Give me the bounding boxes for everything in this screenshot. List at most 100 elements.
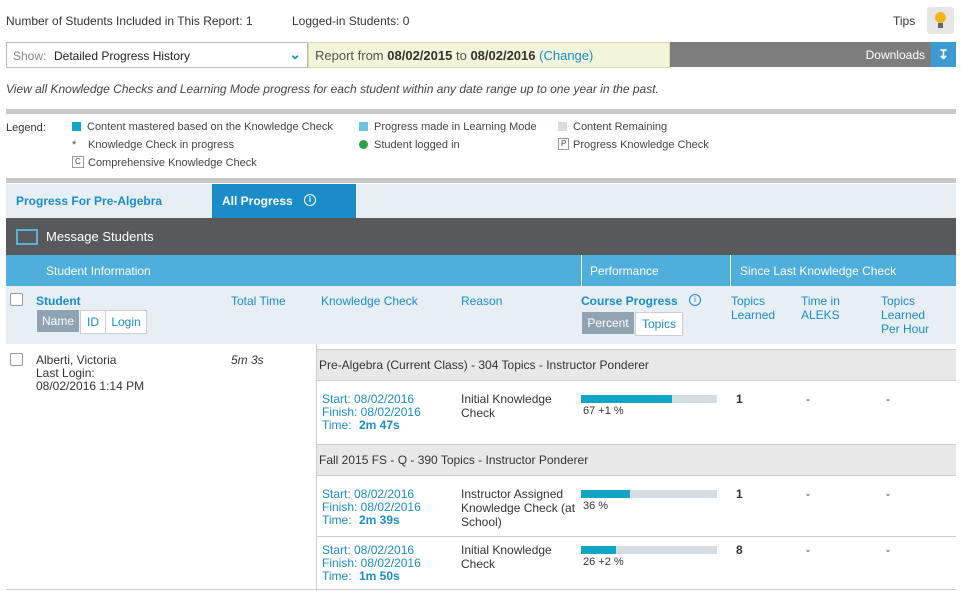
chevron-down-icon: ⌄	[289, 46, 301, 62]
total-time-value: 5m 3s	[231, 353, 264, 367]
divider	[6, 109, 956, 114]
progress-bar-fill	[581, 395, 673, 403]
envelope-icon	[16, 229, 38, 245]
change-date-link[interactable]: (Change)	[539, 48, 593, 63]
progress-bar-fill	[581, 546, 617, 554]
divider	[6, 589, 956, 590]
c-badge-icon: C	[72, 156, 84, 168]
divider	[730, 255, 731, 286]
last-login-value: 08/02/2016 1:14 PM	[36, 379, 145, 393]
progress-text: 26 +2 %	[583, 556, 624, 568]
from-date: 08/02/2015	[387, 48, 453, 63]
reason-header[interactable]: Reason	[461, 294, 502, 308]
downloads-label: Downloads	[865, 48, 925, 62]
kc-reason: Initial Knowledge Check	[461, 392, 552, 420]
class-header-row: Fall 2015 FS - Q - 390 Topics - Instruct…	[317, 444, 956, 476]
download-arrow-icon[interactable]: ↧	[931, 42, 956, 67]
tab-label: Progress For Pre-Algebra	[16, 194, 163, 208]
show-label: Show:	[13, 49, 47, 63]
time-in-aleks-header[interactable]: Time in ALEKS	[801, 294, 861, 322]
topics-learned-header[interactable]: Topics Learned	[731, 294, 791, 322]
topics-per-hour-header[interactable]: Topics Learned Per Hour	[881, 294, 941, 336]
downloads-button[interactable]: Downloads	[670, 42, 931, 67]
info-icon[interactable]: i	[304, 194, 316, 206]
per-hour-value: -	[886, 392, 890, 406]
progress-bar	[581, 490, 717, 498]
show-value: Detailed Progress History	[54, 49, 191, 63]
kc-time-label: Time:	[322, 418, 352, 432]
legend-progress-kc: Progress Knowledge Check	[573, 139, 709, 151]
asterisk-icon: *	[72, 139, 77, 151]
select-all-checkbox[interactable]	[10, 293, 23, 306]
kc-start[interactable]: Start: 08/02/2016	[322, 487, 414, 501]
topics-learned-value: 1	[736, 487, 743, 501]
last-login-label: Last Login:	[36, 366, 95, 380]
lightbulb-icon[interactable]	[927, 7, 954, 34]
legend-mastered: Content mastered based on the Knowledge …	[87, 121, 333, 133]
column-group-header: Student Information Performance Since La…	[6, 255, 956, 286]
performance-header: Performance	[590, 264, 659, 278]
legend-remaining: Content Remaining	[573, 121, 668, 133]
sort-by-name-button[interactable]: Name	[37, 310, 79, 332]
p-badge-icon: P	[558, 138, 570, 150]
report-summary-bar: Number of Students Included in This Repo…	[0, 0, 961, 40]
per-hour-value: -	[886, 487, 890, 501]
time-in-aleks-value: -	[806, 392, 810, 406]
progress-text: 67 +1 %	[583, 405, 624, 417]
course-progress-header[interactable]: Course Progress	[581, 294, 678, 308]
topics-learned-value: 8	[736, 543, 743, 557]
legend-label: Legend:	[6, 122, 46, 134]
kc-start[interactable]: Start: 08/02/2016	[322, 543, 414, 557]
column-header-row: Student Name ID Login Total Time Knowled…	[6, 286, 956, 344]
divider	[581, 255, 582, 286]
class-title: Fall 2015 FS - Q - 390 Topics - Instruct…	[319, 453, 589, 467]
since-last-header: Since Last Knowledge Check	[740, 264, 897, 278]
progress-bar-fill	[581, 490, 630, 498]
legend-kc-in-progress: Knowledge Check in progress	[88, 139, 235, 151]
message-students-label: Message Students	[46, 229, 154, 244]
report-date-range: Report from 08/02/2015 to 08/02/2016 (Ch…	[308, 42, 670, 68]
page-description: View all Knowledge Checks and Learning M…	[6, 82, 659, 96]
legend-comprehensive: Comprehensive Knowledge Check	[88, 157, 257, 169]
kc-finish[interactable]: Finish: 08/02/2016	[322, 556, 421, 570]
report-from-label: Report from	[315, 48, 384, 63]
kc-start[interactable]: Start: 08/02/2016	[322, 392, 414, 406]
progress-lm-swatch	[359, 122, 368, 131]
sort-by-id-button[interactable]: ID	[80, 310, 106, 334]
progress-bar	[581, 395, 717, 403]
total-time-header[interactable]: Total Time	[231, 294, 286, 308]
kc-finish[interactable]: Finish: 08/02/2016	[322, 405, 421, 419]
sort-by-login-button[interactable]: Login	[105, 310, 147, 334]
legend-progress-lm: Progress made in Learning Mode	[374, 121, 537, 133]
kc-time: 2m 39s	[359, 513, 400, 527]
logged-in-count: Logged-in Students: 0	[292, 14, 410, 28]
logged-in-dot-icon	[359, 140, 368, 149]
view-topics-button[interactable]: Topics	[635, 312, 683, 336]
divider	[317, 536, 956, 537]
student-info-header: Student Information	[46, 264, 151, 278]
legend-logged-in: Student logged in	[374, 139, 460, 151]
info-icon[interactable]: i	[689, 294, 701, 306]
kc-reason: Initial Knowledge Check	[461, 543, 552, 571]
tab-label: All Progress	[222, 194, 293, 208]
tab-progress-for-class[interactable]: Progress For Pre-Algebra	[6, 184, 212, 218]
student-column-header[interactable]: Student	[36, 294, 81, 308]
class-title: Pre-Algebra (Current Class) - 304 Topics…	[319, 358, 649, 372]
to-date: 08/02/2016	[470, 48, 536, 63]
tab-all-progress[interactable]: All Progress i	[212, 184, 356, 218]
student-checkbox[interactable]	[10, 353, 23, 366]
message-students-bar[interactable]: Message Students	[6, 218, 956, 255]
tips-label[interactable]: Tips	[893, 14, 915, 28]
student-name-link[interactable]: Alberti, Victoria	[36, 353, 116, 367]
knowledge-check-header[interactable]: Knowledge Check	[321, 294, 418, 308]
kc-time: 1m 50s	[359, 569, 400, 583]
remaining-swatch	[558, 122, 567, 131]
mastered-swatch	[72, 122, 81, 131]
show-report-select[interactable]: Show: Detailed Progress History ⌄	[6, 42, 308, 68]
kc-finish[interactable]: Finish: 08/02/2016	[322, 500, 421, 514]
view-percent-button[interactable]: Percent	[582, 312, 634, 334]
per-hour-value: -	[886, 543, 890, 557]
kc-time: 2m 47s	[359, 418, 400, 432]
kc-time-label: Time:	[322, 513, 352, 527]
progress-bar	[581, 546, 717, 554]
